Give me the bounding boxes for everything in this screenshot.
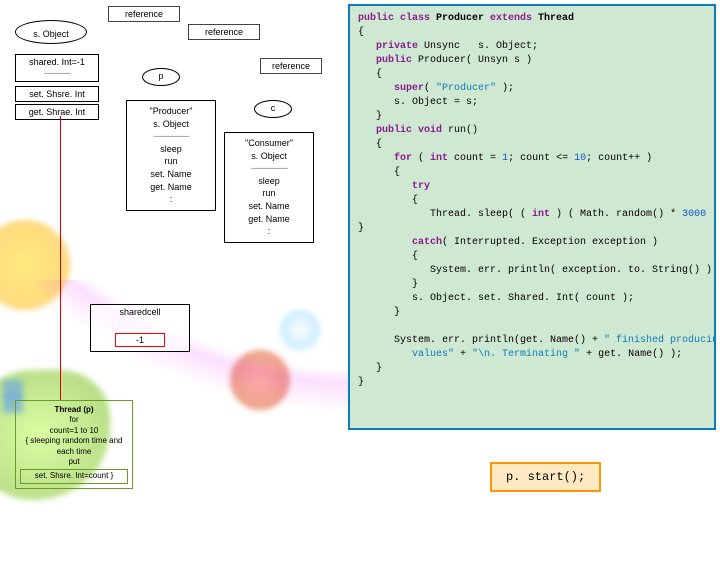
sharedcell-label: sharedcell [93,307,187,317]
p-var-oval: p [142,68,180,86]
red-connector [60,116,61,400]
producer-colon: : [134,193,208,206]
sobject-oval: s. Object [15,20,87,44]
threadp-title: Thread (p) [20,405,128,415]
consumer-run: run [232,187,306,200]
sharedint-text: shared. Int=-1 [29,57,85,67]
sharedcell-value: -1 [115,333,165,347]
thread-p-box: Thread (p) for count=1 to 10 { sleeping … [15,400,133,489]
pstart-box[interactable]: p. start(); [490,462,601,492]
producer-setname: set. Name [134,168,208,181]
producer-object-box: "Producer" s. Object ------------------ … [126,100,216,211]
c-var-oval: c [254,100,292,118]
threadp-for: for [20,415,128,425]
producer-sleep: sleep [134,143,208,156]
reference-label-2: reference [188,24,260,40]
threadp-put: put [20,457,128,467]
consumer-sep: ------------------ [232,162,306,175]
producer-name: "Producer" [134,105,208,118]
threadp-count: count=1 to 10 [20,426,128,436]
sharedint-box: shared. Int=-1 ------------- [15,54,99,82]
getshraeint-box: get. Shrae. Int [15,104,99,120]
consumer-sleep: sleep [232,175,306,188]
producer-getname: get. Name [134,181,208,194]
consumer-getname: get. Name [232,213,306,226]
consumer-object-box: "Consumer" s. Object ------------------ … [224,132,314,243]
threadp-sleep: { sleeping random time and each time [20,436,128,457]
consumer-name: "Consumer" [232,137,306,150]
producer-sep: ------------------ [134,130,208,143]
reference-label-1: reference [108,6,180,22]
separator: ------------- [44,68,70,78]
consumer-sobject: s. Object [232,150,306,163]
consumer-setname: set. Name [232,200,306,213]
setshsreint-box: set. Shsre. Int [15,86,99,102]
producer-sobject: s. Object [134,118,208,131]
sharedcell-box: sharedcell -1 [90,304,190,352]
code-block[interactable]: public class Producer extends Thread { p… [348,4,716,430]
threadp-set: set. Shsre. Int=count } [20,469,128,483]
consumer-colon: : [232,225,306,238]
reference-label-3: reference [260,58,322,74]
producer-run: run [134,155,208,168]
